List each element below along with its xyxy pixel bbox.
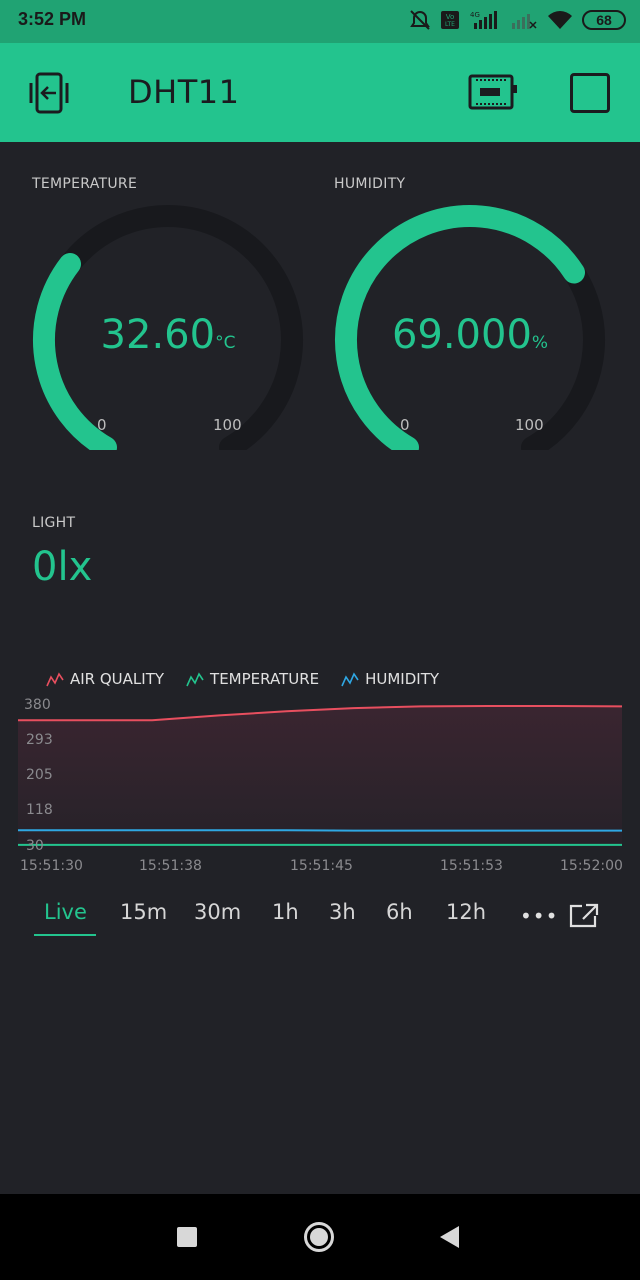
svg-text:Vo: Vo [446,13,455,21]
temperature-max: 100 [213,416,242,434]
back-to-project-icon[interactable] [26,71,72,115]
humidity-value: 69.000 [391,312,532,358]
app-bar: DHT11 [0,43,640,142]
x-tick-label: 15:52:00 [560,858,623,874]
temperature-min: 0 [97,416,107,434]
stop-icon[interactable] [570,73,610,113]
svg-text:4G: 4G [470,11,480,19]
temperature-unit: °C [215,333,236,353]
y-tick-label: 30 [26,838,44,854]
period-selector: Live 15m 30m 1h 3h 6h 12h ••• [0,896,640,940]
signal-weak-icon [510,9,538,31]
device-board-icon[interactable] [466,71,518,113]
home-icon[interactable] [303,1221,335,1257]
legend-item-air-quality[interactable]: AIR QUALITY [46,670,164,688]
y-tick-label: 380 [24,697,51,713]
period-3h[interactable]: 3h [329,900,356,924]
period-30m[interactable]: 30m [194,900,241,924]
line-series-icon [46,672,64,687]
signal-4g-icon: 4G [468,9,502,31]
y-tick-label: 293 [26,732,53,748]
humidity-min: 0 [400,416,410,434]
wifi-icon [546,9,574,31]
legend-label: HUMIDITY [365,670,440,688]
y-tick-label: 118 [26,802,53,818]
line-series-icon [186,672,204,687]
period-15m[interactable]: 15m [120,900,167,924]
legend-item-humidity[interactable]: HUMIDITY [341,670,439,688]
status-time: 3:52 PM [18,9,87,29]
humidity-label: HUMIDITY [334,176,406,192]
page-title: DHT11 [128,73,240,111]
selected-period-underline [34,934,96,936]
legend-label: TEMPERATURE [210,670,320,688]
battery-icon: 68 [582,10,626,30]
temperature-value: 32.60 [100,312,216,358]
y-tick-label: 205 [26,767,53,783]
period-live[interactable]: Live [44,900,87,924]
volte-icon: Vo LTE [440,9,460,31]
humidity-max: 100 [515,416,544,434]
period-6h[interactable]: 6h [386,900,413,924]
status-bar: 3:52 PM Vo LTE 4G 68 [0,0,640,43]
back-icon[interactable] [438,1225,460,1253]
x-tick-label: 15:51:38 [139,858,202,874]
fullscreen-export-icon[interactable] [568,902,600,928]
x-tick-label: 15:51:45 [290,858,353,874]
x-tick-label: 15:51:53 [440,858,503,874]
humidity-unit: % [531,333,549,353]
temperature-gauge[interactable]: 32.60°C 0 100 [18,200,318,450]
system-nav-bar [0,1194,640,1280]
humidity-gauge[interactable]: 69.000% 0 100 [320,200,620,450]
svg-text:LTE: LTE [445,21,455,28]
recents-icon[interactable] [176,1226,198,1252]
superchart[interactable] [18,694,622,854]
light-value[interactable]: 0lx [32,544,92,590]
legend-item-temperature[interactable]: TEMPERATURE [186,670,319,688]
legend-label: AIR QUALITY [70,670,165,688]
air-quality-area [18,706,622,846]
mute-icon [408,9,432,31]
period-1h[interactable]: 1h [272,900,299,924]
x-tick-label: 15:51:30 [20,858,83,874]
chart-legend: AIR QUALITY TEMPERATURE HUMIDITY [46,670,439,688]
temperature-value-display: 32.60°C [18,312,318,358]
line-series-icon [341,672,359,687]
humidity-value-display: 69.000% [320,312,620,358]
period-12h[interactable]: 12h [446,900,486,924]
light-label: LIGHT [32,515,76,531]
temperature-label: TEMPERATURE [32,176,138,192]
more-options-icon[interactable]: ••• [520,904,558,928]
